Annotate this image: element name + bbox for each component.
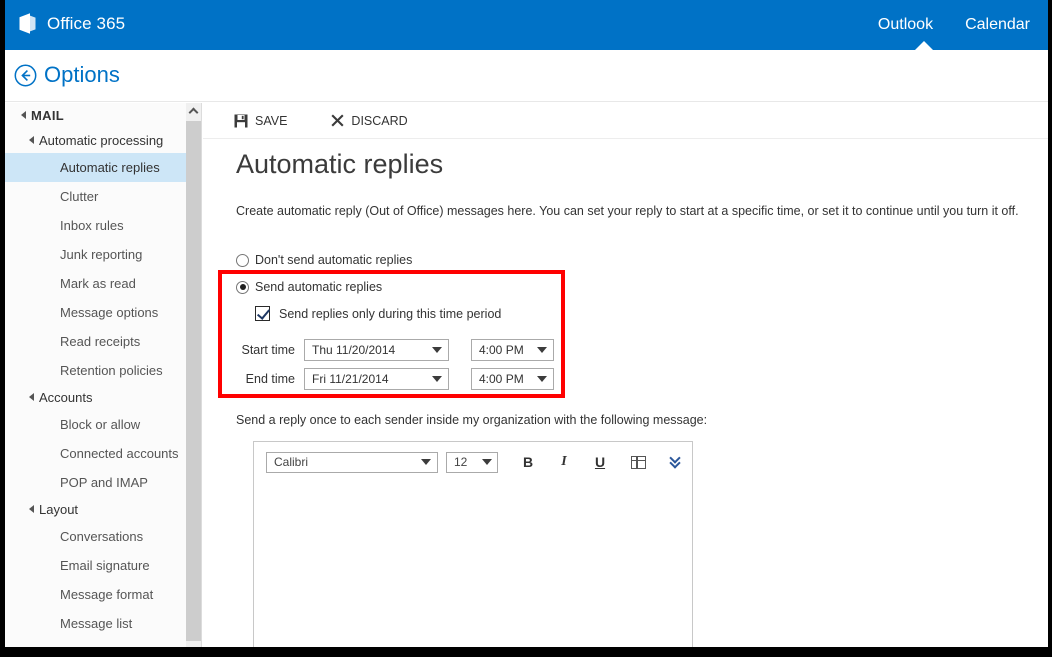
chevron-down-icon <box>477 459 497 465</box>
main-content: SAVE DISCARD Automatic replies Create au… <box>203 103 1048 647</box>
sidebar-item-message-format[interactable]: Message format <box>5 580 186 609</box>
suite-nav-links: Outlook Calendar <box>878 0 1030 50</box>
save-label: SAVE <box>255 113 288 128</box>
start-date-value: Thu 11/20/2014 <box>312 343 396 357</box>
triangle-expanded-icon <box>29 505 34 513</box>
sidebar-item-retention-policies[interactable]: Retention policies <box>5 356 186 385</box>
action-toolbar: SAVE DISCARD <box>203 103 1048 139</box>
editor-body[interactable] <box>254 482 692 647</box>
start-time-value: 4:00 PM <box>479 343 524 357</box>
sidebar-group-layout[interactable]: Layout <box>5 497 186 522</box>
sidebar-item-email-signature[interactable]: Email signature <box>5 551 186 580</box>
triangle-expanded-icon <box>29 393 34 401</box>
office-suite-bar: Office 365 Outlook Calendar <box>5 0 1048 50</box>
app-window: Office 365 Outlook Calendar Options MAIL… <box>5 0 1048 647</box>
brand-title: Office 365 <box>47 13 126 33</box>
triangle-expanded-icon <box>21 111 26 119</box>
sidebar-item-inbox-rules[interactable]: Inbox rules <box>5 211 186 240</box>
sidebar-group-mail[interactable]: MAIL <box>5 103 186 128</box>
start-time-dropdown[interactable]: 4:00 PM <box>471 339 554 361</box>
sidebar-group-accounts[interactable]: Accounts <box>5 385 186 410</box>
content-title: Automatic replies <box>236 149 444 179</box>
chevron-down-icon <box>531 347 553 353</box>
sidebar-item-conversations[interactable]: Conversations <box>5 522 186 551</box>
font-size-dropdown[interactable]: 12 <box>446 451 498 473</box>
sidebar-item-mark-as-read[interactable]: Mark as read <box>5 269 186 298</box>
end-time-dropdown[interactable]: 4:00 PM <box>471 368 554 390</box>
editor-toolbar: Calibri 12 B I U <box>254 442 692 482</box>
suite-link-calendar[interactable]: Calendar <box>965 16 1030 34</box>
chevron-down-icon <box>426 347 448 353</box>
radio-dont-send-automatic-replies[interactable] <box>236 253 249 267</box>
end-date-dropdown[interactable]: Fri 11/21/2014 <box>304 368 449 390</box>
sidebar-item-clutter[interactable]: Clutter <box>5 182 186 211</box>
start-time-row: Start time Thu 11/20/2014 4:00 PM <box>233 339 554 361</box>
font-family-dropdown[interactable]: Calibri <box>266 451 438 473</box>
chevron-down-icon <box>531 376 553 382</box>
scroll-up-button[interactable] <box>186 103 201 120</box>
sidebar-group-label: Accounts <box>39 390 93 405</box>
save-floppy-icon <box>234 114 248 127</box>
end-date-value: Fri 11/21/2014 <box>312 372 389 386</box>
more-formatting-button[interactable] <box>660 449 692 475</box>
start-time-label: Start time <box>241 343 296 357</box>
close-x-icon <box>331 114 344 127</box>
sidebar-group-label: Layout <box>39 502 79 517</box>
end-time-value: 4:00 PM <box>479 372 524 386</box>
discard-label: DISCARD <box>351 113 408 128</box>
end-time-row: End time Fri 11/21/2014 4:00 PM <box>233 368 554 390</box>
sidebar-item-connected-accounts[interactable]: Connected accounts <box>5 439 186 468</box>
chevron-down-icon <box>426 376 448 382</box>
suite-link-outlook[interactable]: Outlook <box>878 16 933 34</box>
sidebar-item-pop-and-imap[interactable]: POP and IMAP <box>5 468 186 497</box>
sidebar-item-junk-reporting[interactable]: Junk reporting <box>5 240 186 269</box>
reply-message-editor: Calibri 12 B I U <box>253 441 693 647</box>
options-header: Options <box>5 50 1048 102</box>
table-grid-icon <box>630 455 646 469</box>
settings-sidebar: MAIL Automatic processing Automatic repl… <box>5 103 186 647</box>
underline-button[interactable]: U <box>584 449 616 475</box>
radio-send-automatic-replies[interactable] <box>236 280 249 294</box>
font-size-value: 12 <box>454 455 468 469</box>
page-title-options: Options <box>44 62 120 87</box>
sidebar-item-block-or-allow[interactable]: Block or allow <box>5 410 186 439</box>
option-dont-send-row[interactable]: Don't send automatic replies <box>236 253 412 267</box>
office-tile-icon <box>17 12 38 35</box>
font-family-value: Calibri <box>274 455 309 469</box>
sidebar-item-message-list[interactable]: Message list <box>5 609 186 638</box>
time-period-row[interactable]: Send replies only during this time perio… <box>255 306 501 321</box>
option-dont-send-label: Don't send automatic replies <box>255 253 413 267</box>
option-send-label: Send automatic replies <box>255 280 383 294</box>
checkbox-send-replies-time-period[interactable] <box>255 306 270 321</box>
time-period-label: Send replies only during this time perio… <box>279 306 502 321</box>
sidebar-group-label: Automatic processing <box>39 133 164 148</box>
scrollbar-thumb[interactable] <box>186 121 201 641</box>
start-date-dropdown[interactable]: Thu 11/20/2014 <box>304 339 449 361</box>
back-arrow-circle-icon[interactable] <box>14 64 37 87</box>
content-description: Create automatic reply (Out of Office) m… <box>236 204 1019 218</box>
active-tab-caret-icon <box>915 41 933 50</box>
option-send-row[interactable]: Send automatic replies <box>236 280 382 294</box>
double-chevron-down-icon <box>669 452 682 469</box>
bold-button[interactable]: B <box>512 449 544 475</box>
sidebar-item-automatic-replies[interactable]: Automatic replies <box>5 153 186 182</box>
sidebar-item-read-receipts[interactable]: Read receipts <box>5 327 186 356</box>
brand-area: Office 365 <box>17 12 125 35</box>
sidebar-item-message-options[interactable]: Message options <box>5 298 186 327</box>
insert-table-button[interactable] <box>622 449 654 475</box>
end-time-label: End time <box>245 372 295 386</box>
reply-message-label: Send a reply once to each sender inside … <box>236 413 708 427</box>
sidebar-group-label: MAIL <box>31 108 64 123</box>
discard-button[interactable]: DISCARD <box>321 106 417 136</box>
chevron-up-icon <box>188 107 199 118</box>
triangle-expanded-icon <box>29 136 34 144</box>
sidebar-group-automatic-processing[interactable]: Automatic processing <box>5 128 186 153</box>
chevron-down-icon <box>415 459 437 465</box>
italic-button[interactable]: I <box>548 449 580 475</box>
save-button[interactable]: SAVE <box>224 106 297 136</box>
sidebar-scrollbar[interactable] <box>186 103 202 647</box>
